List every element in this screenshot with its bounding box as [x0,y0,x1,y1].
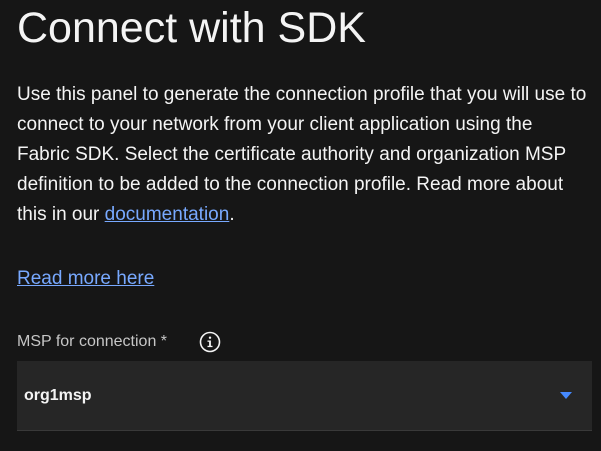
panel-title: Connect with SDK [17,4,366,52]
caret-down-icon [560,392,572,399]
panel-description: Use this panel to generate the connectio… [17,80,587,230]
info-icon[interactable] [199,331,221,353]
msp-select[interactable]: org1msp [17,361,592,431]
documentation-link[interactable]: documentation [105,204,230,225]
msp-select-value: org1msp [24,386,92,404]
msp-field-label: MSP for connection * [17,333,168,350]
description-end: . [229,204,235,225]
read-more-link[interactable]: Read more here [17,266,154,292]
description-text: Use this panel to generate the connectio… [17,84,587,225]
msp-field-label-row: MSP for connection * [17,328,601,356]
